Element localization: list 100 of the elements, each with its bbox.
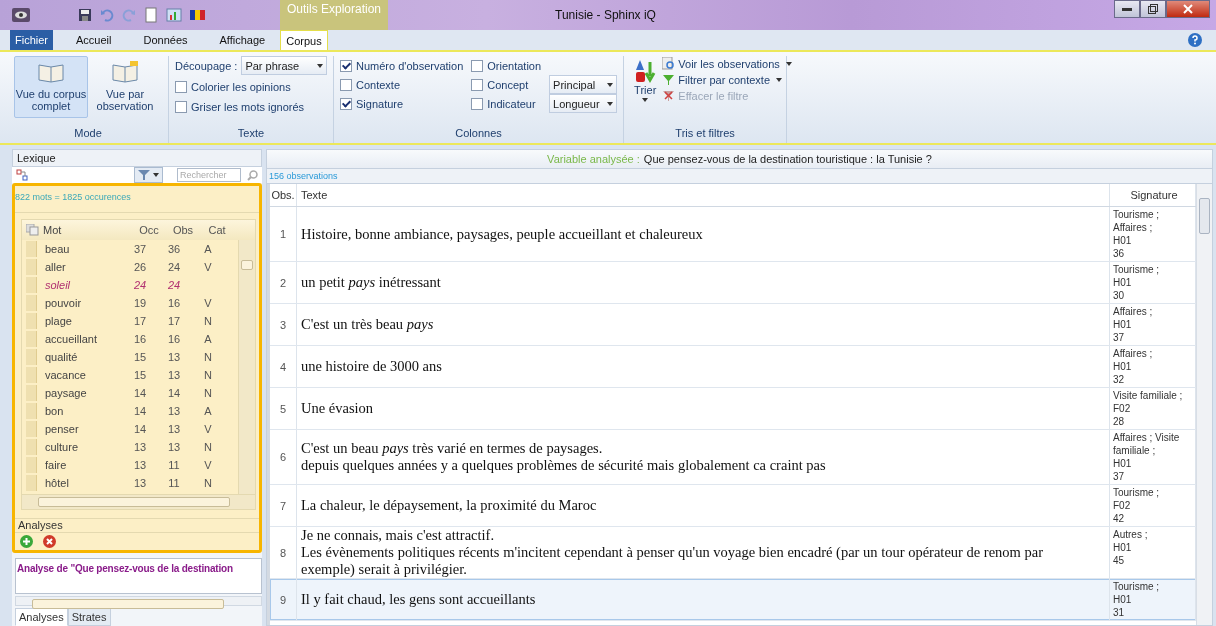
row-header[interactable] <box>26 330 37 347</box>
checkbox-option[interactable]: Signature <box>340 95 464 112</box>
word-cell-text: penser <box>44 422 80 435</box>
row-header[interactable] <box>26 384 37 401</box>
signature-text: H01 <box>1113 541 1132 554</box>
panel-tab[interactable]: Analyses <box>15 608 68 626</box>
table-cell-text: 19 <box>132 296 148 309</box>
table-cell-text: 16 <box>166 296 182 309</box>
network-icon[interactable] <box>16 169 28 181</box>
ribbon-tab[interactable]: Données <box>130 30 201 50</box>
table-cell-text: N <box>203 386 213 399</box>
row-header[interactable] <box>26 276 37 293</box>
view-button[interactable]: Vue par observation <box>88 56 162 118</box>
ribbon-tab[interactable]: Accueil <box>63 30 125 50</box>
signature-text: Tourisme ; <box>1113 208 1160 221</box>
book-icon <box>37 61 65 83</box>
checkbox-option[interactable]: Colorier les opinions <box>175 78 327 95</box>
signature-text: H01 <box>1113 276 1132 289</box>
redo-icon[interactable] <box>122 8 136 22</box>
ribbon-tab[interactable]: Fichier <box>10 30 53 50</box>
signature-text: H01 <box>1113 234 1132 247</box>
word-cell-text: qualité <box>44 350 79 363</box>
column-dropdown[interactable]: Principal <box>549 75 618 94</box>
word-cell-text: faire <box>44 458 68 471</box>
signature-text: H01 <box>1113 593 1132 606</box>
filter-action[interactable]: Filtrer par contexte <box>660 72 794 87</box>
checkbox-option[interactable]: Concept <box>471 76 542 93</box>
column-header[interactable]: Obs. <box>270 184 297 206</box>
table-cell-text: 17 <box>166 314 182 327</box>
row-number: 4 <box>270 346 297 387</box>
split-dropdown[interactable]: Par phrase <box>241 56 327 75</box>
search-field[interactable]: Rechercher <box>177 168 241 182</box>
row-header[interactable] <box>26 456 37 473</box>
word-cell-text: beau <box>44 242 71 255</box>
row-header[interactable] <box>26 402 37 419</box>
add-icon[interactable] <box>20 535 33 548</box>
search-icon[interactable] <box>247 169 258 181</box>
checkbox-option[interactable]: Griser les mots ignorés <box>175 98 327 115</box>
row-header[interactable] <box>26 420 37 437</box>
window-title: Tunisie - Sphinx iQ <box>555 8 656 22</box>
save-icon[interactable] <box>78 8 92 22</box>
column-header[interactable]: Cat <box>200 223 234 236</box>
column-header[interactable]: Texte <box>297 184 1110 206</box>
table-cell-text: N <box>203 350 213 363</box>
signature-text: Affaires ; <box>1113 347 1153 360</box>
table-cell-text: V <box>203 260 213 273</box>
magnifier-icon <box>662 57 676 70</box>
ribbon-tab[interactable]: Corpus <box>280 30 328 50</box>
row-header[interactable] <box>26 366 37 383</box>
chart-icon[interactable] <box>166 8 182 22</box>
sort-button[interactable]: Trier <box>630 56 661 104</box>
variable-name: Que pensez-vous de la destination touristique : la Tunisie ? <box>643 153 932 165</box>
row-header[interactable] <box>26 294 37 311</box>
view-button[interactable]: Vue du corpus complet <box>14 56 88 118</box>
book-icon <box>111 61 139 83</box>
observation-text: Il y fait chaud, les gens sont accueillants <box>301 591 536 608</box>
checkbox-option[interactable]: Orientation <box>471 57 542 74</box>
row-header[interactable] <box>26 258 37 275</box>
scrollbar[interactable] <box>22 493 255 509</box>
row-header[interactable] <box>26 348 37 365</box>
checkbox-option[interactable]: Numéro d'observation <box>340 57 464 74</box>
table-cell-text: 13 <box>166 350 182 363</box>
column-header[interactable]: Mot <box>22 223 132 236</box>
scrollbar[interactable] <box>238 239 255 494</box>
row-header[interactable] <box>26 312 37 329</box>
delete-icon[interactable] <box>43 535 56 548</box>
word-cell-text: aller <box>44 260 67 273</box>
table-cell-text: 14 <box>132 404 148 417</box>
scrollbar[interactable] <box>1196 184 1212 625</box>
table-cell-text: A <box>203 242 213 255</box>
table-cell-text: 24 <box>132 278 148 291</box>
minimize-button[interactable] <box>1114 0 1140 18</box>
document-icon[interactable] <box>144 7 158 23</box>
row-number: 7 <box>270 485 297 526</box>
row-number: 8 <box>270 527 297 578</box>
group-label: Tris et filtres <box>674 127 736 141</box>
ribbon-tab[interactable]: Affichage <box>206 30 279 50</box>
close-button[interactable] <box>1166 0 1210 18</box>
filter-action[interactable]: Voir les observations <box>660 56 794 71</box>
observation-text: Je ne connais, mais c'est attractif. <box>301 527 495 544</box>
row-header[interactable] <box>26 240 37 257</box>
checkbox-option[interactable]: Indicateur <box>471 95 542 112</box>
help-icon[interactable] <box>1188 33 1202 47</box>
table-cell-text: V <box>203 422 213 435</box>
filter-dropdown[interactable] <box>134 167 163 183</box>
flag-icon[interactable] <box>190 9 206 21</box>
scrollbar[interactable] <box>15 595 262 606</box>
row-header[interactable] <box>26 474 37 491</box>
restore-button[interactable] <box>1140 0 1166 18</box>
table-cell-text: 14 <box>132 386 148 399</box>
signature-text: H01 <box>1113 360 1132 373</box>
column-dropdown[interactable]: Longueur <box>549 94 618 113</box>
column-header[interactable]: Occ <box>132 223 166 236</box>
row-header[interactable] <box>26 438 37 455</box>
column-header[interactable]: Obs <box>166 223 200 236</box>
signature-text: Affaires ; <box>1113 305 1153 318</box>
table-cell-text: A <box>203 332 213 345</box>
undo-icon[interactable] <box>100 8 114 22</box>
checkbox-option[interactable]: Contexte <box>340 76 464 93</box>
table-cell-text: 14 <box>132 422 148 435</box>
